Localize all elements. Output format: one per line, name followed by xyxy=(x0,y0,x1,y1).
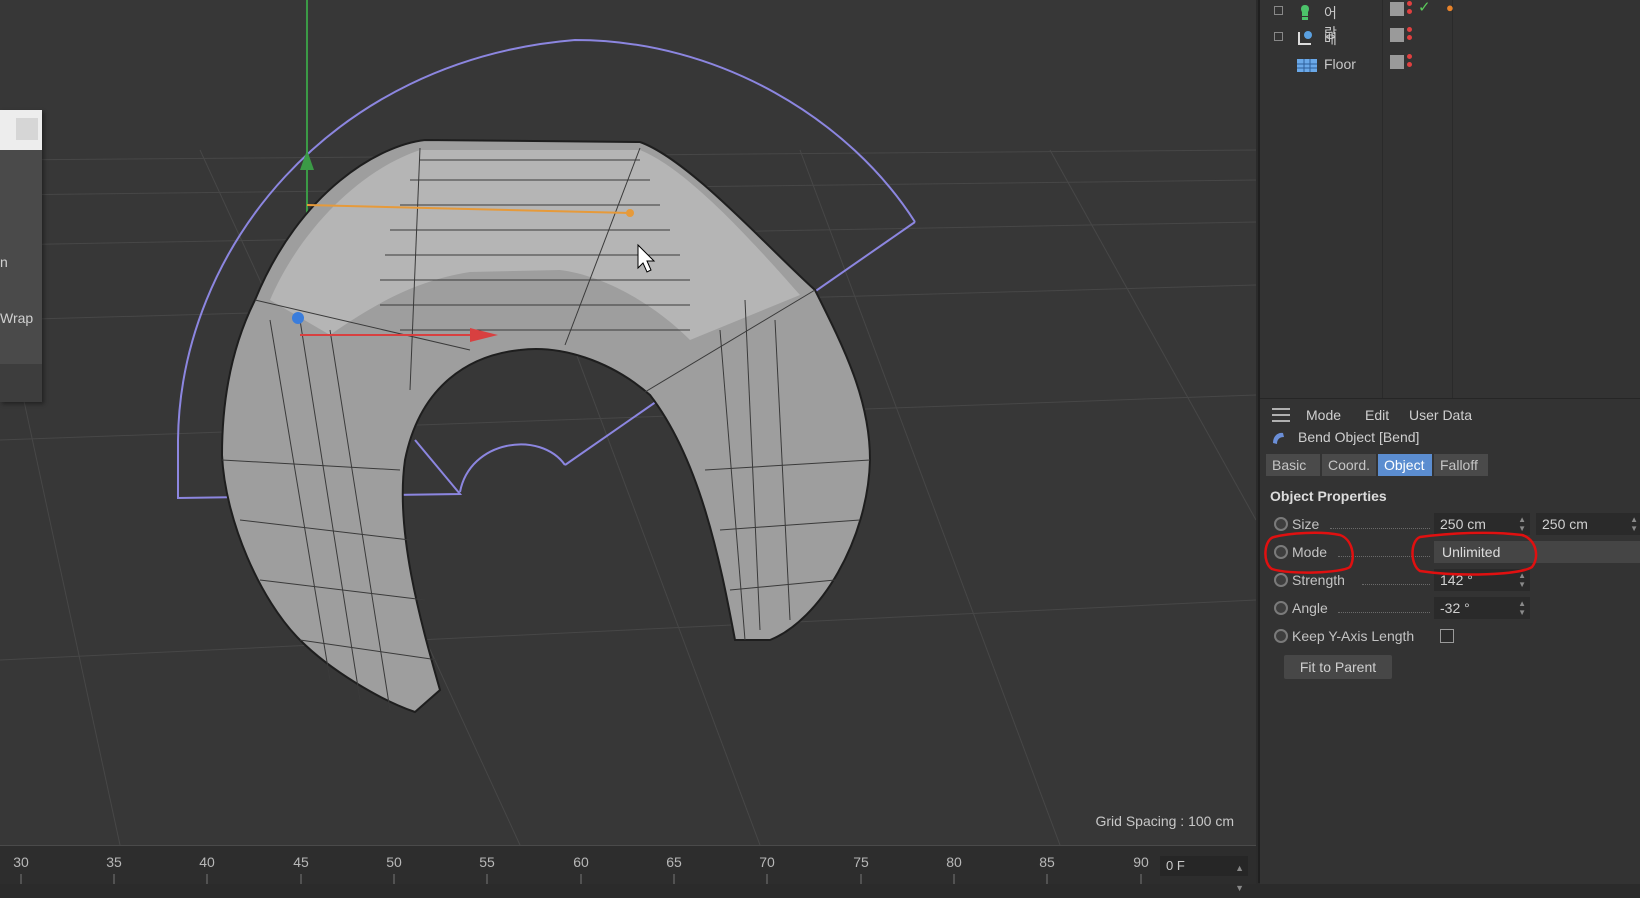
property-label: Angle xyxy=(1292,600,1328,616)
property-label: Keep Y-Axis Length xyxy=(1292,628,1415,644)
bent-mesh-object xyxy=(220,138,872,714)
z-axis-handle xyxy=(292,312,304,324)
menu-mode[interactable]: Mode xyxy=(1306,407,1341,423)
timeline[interactable]: 30 35 40 45 50 55 60 65 70 75 80 85 90 0… xyxy=(0,845,1256,893)
edit-toggle-icon[interactable] xyxy=(1390,28,1404,42)
mode-value: Unlimited xyxy=(1442,544,1501,560)
menu-item-partial[interactable]: n xyxy=(0,254,8,270)
object-name-column xyxy=(1260,0,1383,398)
object-name: Floor xyxy=(1324,56,1356,72)
property-angle: Angle -32 ° ▲ ▼ xyxy=(1268,597,1640,621)
animate-radio-icon[interactable] xyxy=(1274,517,1288,531)
spinner-icon[interactable]: ▲ ▼ xyxy=(1518,599,1526,617)
grid-spacing-label: Grid Spacing : 100 cm xyxy=(1095,813,1234,829)
timeline-tick-label: 60 xyxy=(573,854,589,870)
visibility-dots-icon[interactable] xyxy=(1407,27,1413,43)
tab-object[interactable]: Object xyxy=(1378,454,1432,476)
animate-radio-icon[interactable] xyxy=(1274,601,1288,615)
menu-header xyxy=(0,110,42,150)
object-title-label: Bend Object [Bend] xyxy=(1298,429,1420,445)
spinner-icon[interactable]: ▲ ▼ xyxy=(1518,515,1526,533)
timeline-tick-label: 35 xyxy=(106,854,122,870)
property-size: Size 250 cm ▲ ▼ 250 cm ▲ ▼ xyxy=(1268,513,1640,537)
timeline-tick-label: 40 xyxy=(199,854,215,870)
attribute-menu-bar: Mode Edit User Data xyxy=(1260,399,1640,429)
hamburger-menu-icon[interactable] xyxy=(1272,408,1290,422)
menu-user-data[interactable]: User Data xyxy=(1409,407,1472,423)
bulb-icon xyxy=(1301,5,1309,20)
menu-edit[interactable]: Edit xyxy=(1365,407,1389,423)
angle-field[interactable]: -32 ° ▲ ▼ xyxy=(1434,597,1530,619)
angle-value: -32 ° xyxy=(1440,600,1470,616)
timeline-tick-label: 45 xyxy=(293,854,309,870)
fit-to-parent-button[interactable]: Fit to Parent xyxy=(1284,655,1392,679)
edit-toggle-icon[interactable] xyxy=(1390,2,1404,16)
leader-dots xyxy=(1330,528,1430,529)
tab-falloff[interactable]: Falloff xyxy=(1434,454,1488,476)
property-strength: Strength 142 ° ▲ ▼ xyxy=(1268,569,1640,593)
tag-icon[interactable]: ● xyxy=(1446,0,1454,15)
object-name: 배 xyxy=(1324,31,1337,47)
floating-deformer-menu: n Wrap xyxy=(0,110,42,402)
3d-viewport[interactable]: n Wrap Grid Spacing : 100 cm xyxy=(0,0,1256,845)
keep-y-checkbox[interactable] xyxy=(1440,629,1454,643)
timeline-tick-label: 90 xyxy=(1133,854,1149,870)
enabled-check-icon[interactable]: ✓ xyxy=(1418,0,1431,16)
timeline-tick-label: 75 xyxy=(853,854,869,870)
timeline-tick-label: 30 xyxy=(13,854,29,870)
floor-icon xyxy=(1297,59,1317,72)
timeline-tick-label: 65 xyxy=(666,854,682,870)
attribute-manager: Mode Edit User Data Bend Object [Bend] B… xyxy=(1260,398,1640,884)
property-label: Mode xyxy=(1292,544,1328,560)
timeline-tick-label: 85 xyxy=(1039,854,1055,870)
property-label: Size xyxy=(1292,516,1320,532)
current-frame-field[interactable]: 0 F ▲ ▼ xyxy=(1160,856,1248,893)
right-panel: 어랑 ✓ ● 배 Floor Mode Edit User Data Bend … xyxy=(1258,0,1640,884)
timeline-tick-label: 50 xyxy=(386,854,402,870)
expand-icon[interactable] xyxy=(1274,6,1283,15)
animate-radio-icon[interactable] xyxy=(1274,629,1288,643)
animate-radio-icon[interactable] xyxy=(1274,545,1288,559)
strength-value: 142 ° xyxy=(1440,572,1473,588)
section-title: Object Properties xyxy=(1270,488,1387,504)
null-icon xyxy=(1298,31,1312,45)
visibility-dots-icon[interactable] xyxy=(1407,54,1413,70)
leader-dots xyxy=(1338,612,1430,613)
timeline-tick-label: 70 xyxy=(759,854,775,870)
leader-dots xyxy=(1362,584,1430,585)
current-frame-value: 0 F xyxy=(1166,858,1185,873)
timeline-tick-label: 55 xyxy=(479,854,495,870)
leader-dots xyxy=(1338,556,1430,557)
viewport-canvas[interactable] xyxy=(0,0,1256,845)
menu-lower-section xyxy=(0,364,42,402)
frame-spinner-icon[interactable]: ▲ ▼ xyxy=(1235,858,1244,898)
menu-item-wrap[interactable]: Wrap xyxy=(0,310,33,326)
tab-coord[interactable]: Coord. xyxy=(1322,454,1376,476)
size-y-value: 250 cm xyxy=(1440,516,1486,532)
expand-icon[interactable] xyxy=(1274,32,1283,41)
size-y-field[interactable]: 250 cm ▲ ▼ xyxy=(1434,513,1530,535)
object-manager: 어랑 ✓ ● 배 Floor xyxy=(1260,0,1640,398)
menu-close-button[interactable] xyxy=(16,118,38,140)
property-label: Strength xyxy=(1292,572,1345,588)
property-keep-y-axis: Keep Y-Axis Length xyxy=(1268,625,1640,649)
edit-toggle-icon[interactable] xyxy=(1390,55,1404,69)
property-mode: Mode Unlimited xyxy=(1268,541,1640,565)
visibility-dots-icon[interactable] xyxy=(1407,1,1413,17)
strength-field[interactable]: 142 ° ▲ ▼ xyxy=(1434,569,1530,591)
spinner-icon[interactable]: ▲ ▼ xyxy=(1630,515,1638,533)
timeline-tick-label: 80 xyxy=(946,854,962,870)
size-z-field[interactable]: 250 cm ▲ ▼ xyxy=(1536,513,1640,535)
spinner-icon[interactable]: ▲ ▼ xyxy=(1518,571,1526,589)
handle-point xyxy=(626,209,634,217)
tab-basic[interactable]: Basic xyxy=(1266,454,1320,476)
mode-dropdown[interactable]: Unlimited xyxy=(1434,541,1640,563)
size-z-value: 250 cm xyxy=(1542,516,1588,532)
bend-deformer-icon xyxy=(1273,432,1284,444)
animate-radio-icon[interactable] xyxy=(1274,573,1288,587)
